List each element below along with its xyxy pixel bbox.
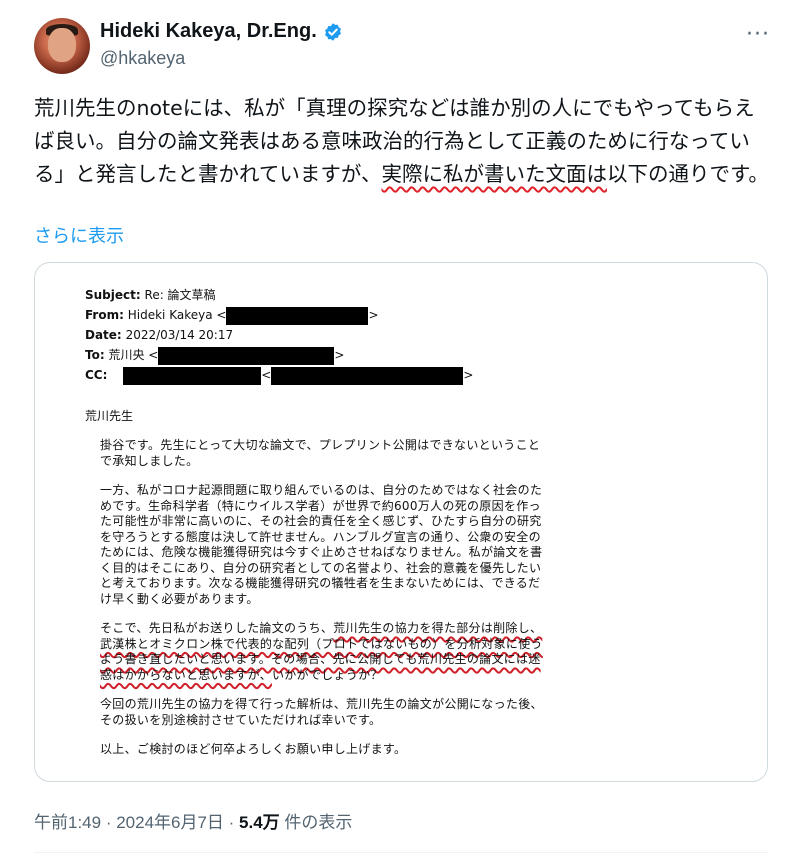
date-label: Date:	[85, 328, 122, 342]
to-value: 荒川央 <	[108, 348, 159, 362]
email-paragraph-1: 掛谷です。先生にとって大切な論文で、プレプリント公開はできないということで承知し…	[100, 438, 541, 468]
p3-start: そこで、先日私がお送りした論文のうち、	[100, 621, 334, 635]
cc-mid: <	[261, 368, 272, 382]
view-count-label: 件の表示	[279, 813, 353, 832]
tweet-text: 荒川先生のnoteには、私が「真理の探究などは誰か別の人にでもやってもらえば良い…	[34, 92, 774, 191]
redaction-box	[271, 366, 464, 385]
divider	[34, 852, 768, 853]
author-handle[interactable]: @hkakeya	[100, 48, 185, 69]
tweet-meta: 午前1:49 · 2024年6月7日 · 5.4万 件の表示	[34, 808, 352, 833]
email-subject-row: Subject: Re: 論文草稿	[85, 285, 725, 305]
from-label: From:	[85, 308, 124, 322]
email-paragraph-4: 今回の荒川先生の協力を得て行った解析は、荒川先生の論文が公開になった後、その扱い…	[100, 697, 543, 727]
cc-end: >	[463, 368, 474, 382]
attached-image[interactable]: Subject: Re: 論文草稿 From: Hideki Kakeya < >…	[34, 262, 768, 782]
email-from-row: From: Hideki Kakeya < >	[85, 305, 725, 325]
cc-label: CC:	[85, 368, 108, 382]
email-paragraph-5: 以上、ご検討のほど何卒よろしくお願い申し上げます。	[100, 742, 407, 756]
meta-separator: ·	[223, 813, 240, 832]
post-time[interactable]: 午前1:49	[34, 813, 101, 832]
avatar-face	[48, 28, 76, 62]
subject-label: Subject:	[85, 288, 141, 302]
p3-end: いかがでしょうか？	[271, 667, 383, 682]
author-name-row: Hideki Kakeya, Dr.Eng.	[100, 20, 343, 43]
avatar[interactable]	[34, 18, 90, 74]
meta-separator: ·	[101, 813, 117, 832]
email-date-row: Date: 2022/03/14 20:17	[85, 325, 725, 345]
to-label: To:	[85, 348, 105, 362]
verified-badge-icon	[324, 22, 341, 41]
email-cc-row: CC: < >	[85, 365, 725, 385]
from-end: >	[368, 308, 379, 322]
email-greeting: 荒川先生	[85, 409, 134, 423]
post-date[interactable]: 2024年6月7日	[116, 813, 224, 832]
redaction-box	[158, 346, 335, 365]
tweet-text-part2: 以下の通りです。	[606, 162, 769, 186]
author-display-name[interactable]: Hideki Kakeya, Dr.Eng.	[100, 20, 317, 43]
date-value: 2022/03/14 20:17	[125, 328, 234, 342]
show-more-link[interactable]: さらに表示	[34, 222, 124, 248]
view-count: 5.4万	[239, 813, 280, 832]
to-end: >	[334, 348, 345, 362]
email-to-row: To: 荒川央 < >	[85, 345, 725, 365]
more-options-icon[interactable]: ···	[746, 22, 770, 47]
tweet: Hideki Kakeya, Dr.Eng. @hkakeya ··· 荒川先生…	[0, 0, 800, 866]
subject-value: Re: 論文草稿	[144, 288, 216, 302]
redaction-box	[123, 366, 262, 385]
redaction-box	[226, 306, 369, 325]
from-value: Hideki Kakeya <	[127, 308, 227, 322]
email-screenshot: Subject: Re: 論文草稿 From: Hideki Kakeya < >…	[85, 285, 725, 758]
email-paragraph-3: そこで、先日私がお送りした論文のうち、荒川先生の協力を得た部分は削除し、武漢株と…	[100, 621, 550, 683]
tweet-text-underlined: 実際に私が書いた文面は	[381, 162, 607, 186]
email-paragraph-2: 一方、私がコロナ起源問題に取り組んでいるのは、自分のためではなく社会のためです。…	[100, 483, 543, 606]
